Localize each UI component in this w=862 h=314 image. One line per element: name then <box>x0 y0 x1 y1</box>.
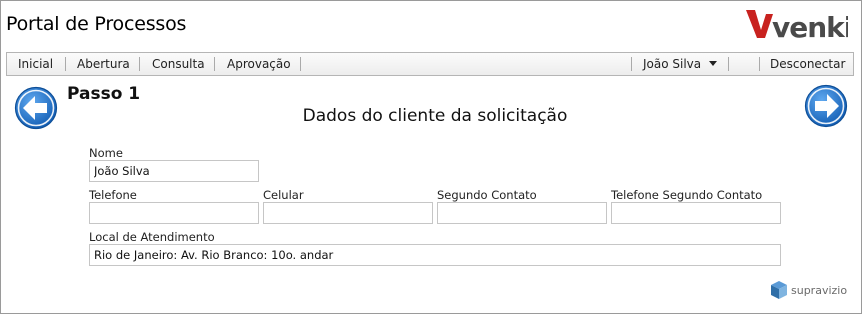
nav-divider <box>139 57 140 71</box>
user-menu[interactable]: João Silva <box>643 53 718 75</box>
nav-divider <box>728 57 729 71</box>
section-title-text: Dados do cliente da solicitação <box>302 106 568 126</box>
next-arrow-icon[interactable] <box>804 84 848 128</box>
supravizio-text: supravizio <box>791 284 847 297</box>
nome-label: Nome <box>89 146 123 160</box>
logout-link[interactable]: Desconectar <box>770 53 845 75</box>
nav-item-consulta[interactable]: Consulta <box>152 53 205 75</box>
celular-label: Celular <box>263 188 304 202</box>
telefone-segundo-contato-label: Telefone Segundo Contato <box>611 188 763 202</box>
logo-text: venki <box>772 11 848 42</box>
telefone-label: Telefone <box>89 188 137 202</box>
nav-divider <box>300 57 301 71</box>
venki-logo: venki <box>746 10 848 42</box>
nav-divider <box>214 57 215 71</box>
local-atendimento-label: Local de Atendimento <box>89 230 215 244</box>
segundo-contato-label: Segundo Contato <box>437 188 537 202</box>
step-label: Passo 1 <box>67 84 141 104</box>
nav-item-abertura[interactable]: Abertura <box>77 53 130 75</box>
app-window: Portal de Processos venki Inicial Abertu… <box>0 0 862 314</box>
nav-divider <box>631 57 632 71</box>
nav-item-inicial[interactable]: Inicial <box>18 53 53 75</box>
nav-item-aprovacao[interactable]: Aprovação <box>227 53 291 75</box>
nav-divider <box>65 57 66 71</box>
telefone-segundo-contato-field[interactable] <box>611 202 781 224</box>
telefone-field[interactable] <box>89 202 259 224</box>
segundo-contato-field[interactable] <box>437 202 607 224</box>
nome-field[interactable] <box>89 160 259 182</box>
main-nav: Inicial Abertura Consulta Aprovação João… <box>6 52 854 76</box>
local-atendimento-field[interactable] <box>89 244 781 266</box>
supravizio-logo: supravizio <box>771 281 847 299</box>
section-title: Dados do cliente da solicitação <box>1 106 862 126</box>
user-name: João Silva <box>643 57 702 71</box>
app-title: Portal de Processos <box>6 13 187 35</box>
nav-divider <box>759 57 760 71</box>
celular-field[interactable] <box>263 202 433 224</box>
chevron-down-icon <box>709 61 718 66</box>
